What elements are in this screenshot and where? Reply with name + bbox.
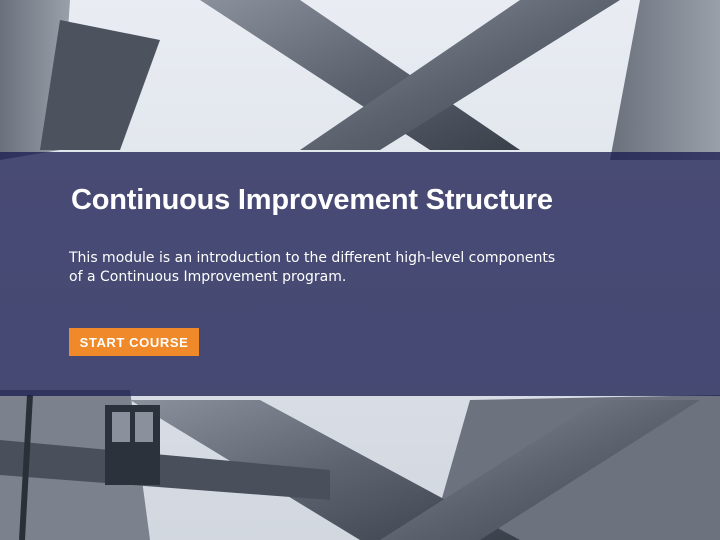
course-cover: Continuous Improvement Structure This mo… xyxy=(0,0,720,540)
start-course-button[interactable]: START COURSE xyxy=(69,328,199,356)
course-title: Continuous Improvement Structure xyxy=(71,184,553,216)
course-description: This module is an introduction to the di… xyxy=(69,250,556,285)
